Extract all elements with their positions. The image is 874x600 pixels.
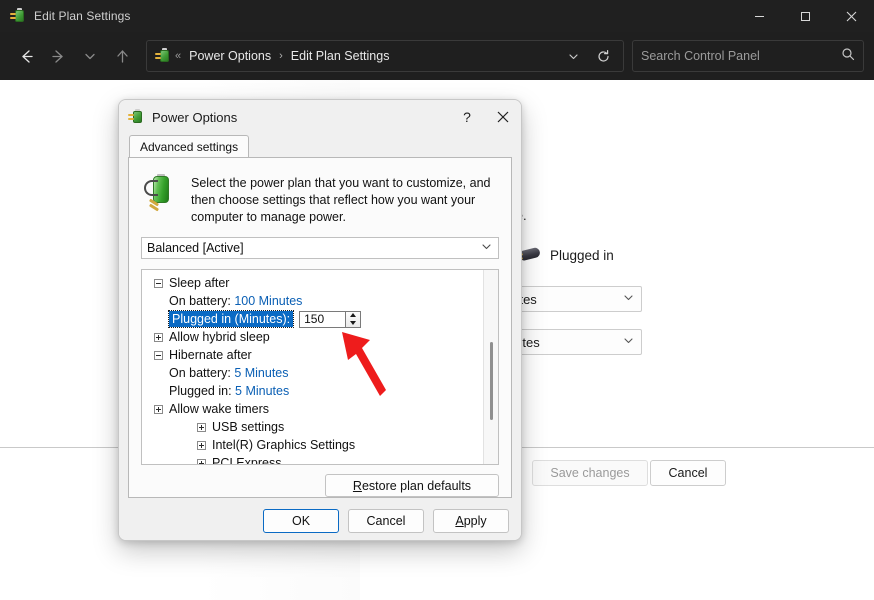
tree-row[interactable]: On battery: 100 Minutes: [142, 292, 483, 310]
sleep-timeout-plugged-in-value: inutes: [505, 334, 540, 350]
minutes-input[interactable]: 150: [299, 310, 347, 328]
power-plan-value: Balanced [Active]: [147, 241, 244, 255]
tree-scrollbar-thumb[interactable]: [490, 342, 493, 420]
minutes-spinner[interactable]: 150: [299, 310, 362, 328]
restore-button-label: estore plan defaults: [361, 478, 472, 493]
search-icon[interactable]: [841, 47, 855, 66]
breadcrumb-overflow-icon[interactable]: «: [175, 50, 181, 62]
tree-row[interactable]: On battery: 5 Minutes: [142, 364, 483, 382]
tree-row-value-link[interactable]: 100 Minutes: [231, 294, 302, 308]
tree-row[interactable]: Allow hybrid sleep: [142, 328, 483, 346]
tree-row-label: Sleep after: [169, 276, 230, 290]
tree-rows: Sleep after On battery: 100 Minutes Plugge…: [142, 270, 483, 464]
window-titlebar: Edit Plan Settings: [0, 0, 874, 32]
breadcrumb-separator-icon: ›: [279, 50, 283, 62]
restore-defaults-row: Restore plan defaults: [141, 474, 499, 497]
save-changes-button: Save changes: [532, 460, 648, 486]
window-title: Edit Plan Settings: [34, 9, 131, 23]
tree-row-label: Allow hybrid sleep: [169, 330, 270, 344]
tree-row[interactable]: PCI Express: [142, 454, 483, 465]
close-button[interactable]: [828, 0, 874, 32]
power-plug-icon: [155, 48, 171, 64]
dialog-title: Power Options: [152, 109, 238, 125]
expand-icon[interactable]: [197, 440, 206, 450]
restore-plan-defaults-button[interactable]: Restore plan defaults: [325, 474, 499, 497]
tree-row-label: Hibernate after: [169, 348, 252, 362]
expand-icon[interactable]: [197, 422, 206, 432]
spinner-down-icon[interactable]: [350, 320, 357, 325]
expand-icon[interactable]: [197, 458, 206, 464]
dialog-cancel-button[interactable]: Cancel: [348, 509, 424, 533]
tree-row[interactable]: Plugged in (Minutes): 150: [142, 310, 483, 328]
tree-row-value-link[interactable]: 5 Minutes: [231, 366, 288, 380]
refresh-icon[interactable]: [587, 42, 619, 70]
tree-row[interactable]: Allow wake timers: [142, 400, 483, 418]
apply-button-accesskey: A: [455, 514, 464, 528]
advanced-settings-pane: Select the power plan that you want to c…: [128, 157, 512, 498]
battery-plug-icon: [141, 174, 181, 214]
minimize-button[interactable]: [736, 0, 782, 32]
dialog-footer: OK Cancel Apply: [119, 498, 521, 540]
tree-row[interactable]: USB settings: [142, 418, 483, 436]
tree-row-label: PCI Express: [212, 456, 282, 465]
dialog-titlebar: Power Options ?: [119, 100, 521, 134]
spinner-up-icon[interactable]: [350, 313, 357, 318]
recent-locations-button[interactable]: [74, 40, 106, 72]
breadcrumb-power-options[interactable]: Power Options: [187, 49, 273, 63]
cancel-button[interactable]: Cancel: [650, 460, 726, 486]
power-plug-icon: [128, 109, 144, 125]
help-button[interactable]: ?: [449, 101, 485, 133]
ok-button[interactable]: OK: [263, 509, 339, 533]
tree-row[interactable]: Hibernate after: [142, 346, 483, 364]
plugged-in-label: Plugged in: [550, 247, 614, 263]
power-plug-icon: [10, 8, 26, 24]
tree-row-label: Plugged in (Minutes):: [167, 310, 295, 328]
dialog-tabstrip: Advanced settings: [119, 134, 521, 157]
tree-row-label: USB settings: [212, 420, 285, 434]
maximize-button[interactable]: [782, 0, 828, 32]
dialog-close-button[interactable]: [485, 101, 521, 133]
tree-row-label: Allow wake timers: [169, 402, 270, 416]
restore-button-accesskey: R: [352, 478, 362, 493]
chevron-down-icon[interactable]: [559, 42, 587, 70]
power-plan-select[interactable]: Balanced [Active]: [141, 237, 499, 259]
tree-row-label: On battery:: [169, 366, 231, 380]
tree-row[interactable]: Intel(R) Graphics Settings: [142, 436, 483, 454]
expand-icon[interactable]: [154, 332, 163, 342]
dialog-intro: Select the power plan that you want to c…: [129, 158, 511, 226]
tree-row-label: Plugged in:: [169, 384, 232, 398]
spinner-buttons[interactable]: [346, 310, 362, 328]
breadcrumb-edit-plan-settings[interactable]: Edit Plan Settings: [289, 49, 392, 63]
tree-row[interactable]: Sleep after: [142, 274, 483, 292]
back-button[interactable]: [10, 40, 42, 72]
tree-row-value-link[interactable]: 5 Minutes: [232, 384, 289, 398]
chevron-down-icon: [622, 334, 635, 350]
tree-row-label: Intel(R) Graphics Settings: [212, 438, 356, 452]
collapse-icon[interactable]: [154, 278, 163, 288]
address-bar-actions: [559, 42, 619, 70]
dialog-intro-text: Select the power plan that you want to c…: [191, 176, 491, 224]
search-input[interactable]: Search Control Panel: [641, 49, 841, 63]
up-button[interactable]: [106, 40, 138, 72]
search-box[interactable]: Search Control Panel: [632, 40, 864, 72]
tree-row[interactable]: Plugged in: 5 Minutes: [142, 382, 483, 400]
forward-button[interactable]: [42, 40, 74, 72]
display-timeout-plugged-in-value: nutes: [505, 292, 622, 307]
chevron-down-icon: [480, 240, 493, 256]
apply-button-label: pply: [463, 514, 487, 528]
advanced-settings-tree[interactable]: Sleep after On battery: 100 Minutes Plugge…: [141, 269, 499, 465]
plugged-in-column-header: Plugged in: [515, 246, 614, 264]
collapse-icon[interactable]: [154, 350, 163, 360]
tab-advanced-settings[interactable]: Advanced settings: [129, 135, 250, 157]
apply-button[interactable]: Apply: [433, 509, 509, 533]
power-options-dialog: Power Options ? Advanced settings Select…: [118, 99, 522, 541]
tree-scrollbar[interactable]: [483, 270, 498, 464]
expand-icon[interactable]: [154, 404, 163, 414]
address-bar[interactable]: « Power Options › Edit Plan Settings: [146, 40, 624, 72]
tree-row-label: On battery:: [169, 294, 231, 308]
chevron-down-icon: [622, 291, 635, 307]
navigation-toolbar: « Power Options › Edit Plan Settings Sea…: [0, 32, 874, 80]
